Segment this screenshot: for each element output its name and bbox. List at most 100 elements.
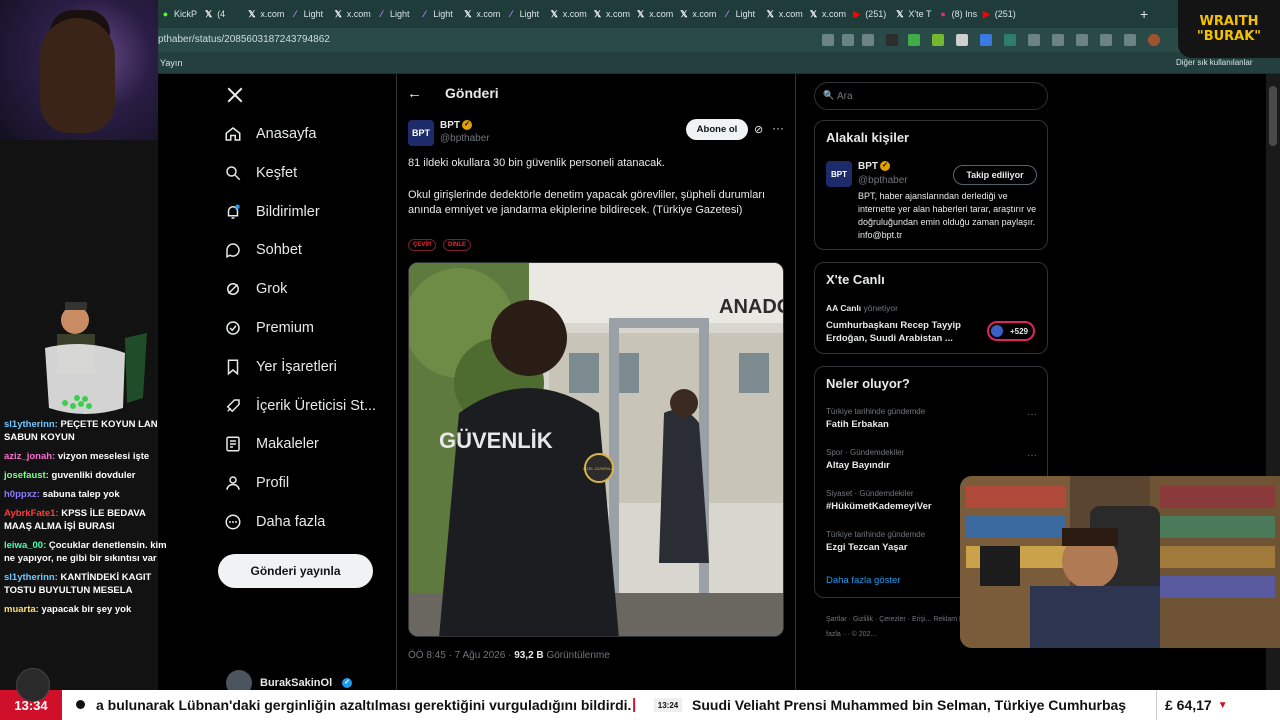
new-tab-button[interactable]: +: [1140, 4, 1148, 24]
following-button[interactable]: Takip ediliyor: [953, 165, 1037, 185]
browser-tab[interactable]: ⁄ Light: [376, 4, 416, 24]
nav-item-yer-i-şaretleri[interactable]: Yer İşaretleri: [224, 353, 337, 381]
related-name[interactable]: BPT ✓: [858, 161, 890, 172]
extension-icon[interactable]: [980, 34, 992, 46]
nav-item-profil[interactable]: Profil: [224, 469, 289, 497]
ticker-price: £ 64,17 ▼: [1156, 690, 1280, 720]
cursor-indicator: [16, 668, 50, 702]
related-avatar[interactable]: BPT: [826, 161, 852, 187]
nav-label: Sohbet: [256, 242, 302, 259]
extension-icon[interactable]: [908, 34, 920, 46]
chat-username[interactable]: sl1ytherinn:: [4, 419, 61, 430]
heart-icon[interactable]: [1100, 34, 1112, 46]
nav-item-daha-fazla[interactable]: Daha fazla: [224, 508, 325, 536]
browser-tab[interactable]: ⁄ Light: [506, 4, 546, 24]
translate-icon[interactable]: [822, 34, 834, 46]
nav-item-keşfet[interactable]: Keşfet: [224, 159, 297, 187]
chat-username[interactable]: sl1ytherinn:: [4, 572, 61, 583]
browser-tab[interactable]: 𝕏 (4: [203, 4, 243, 24]
browser-tab[interactable]: 𝕏x.com: [333, 4, 373, 24]
trend-item[interactable]: Spor · Gündemdekiler Altay Bayındır: [826, 448, 904, 471]
tab-label: (251): [865, 9, 887, 19]
extension-icon[interactable]: [886, 34, 898, 46]
chat-username[interactable]: muarta:: [4, 604, 41, 615]
browser-tab[interactable]: 𝕏x.com: [462, 4, 502, 24]
browser-tab[interactable]: 𝕏x.com: [678, 4, 718, 24]
more-circle-icon: [225, 514, 241, 530]
browser-tab[interactable]: 𝕏x.com: [808, 4, 848, 24]
trend-more-icon[interactable]: ···: [1027, 409, 1037, 420]
trend-item[interactable]: Siyaset · Gündemdekiler #HükümetKademeyiV…: [826, 489, 932, 512]
live-card: X'te Canlı AA Canlı yönetiyor Cumhurbaşk…: [814, 262, 1048, 354]
x-icon: 𝕏: [248, 8, 256, 19]
browser-tab[interactable]: 𝕏x.com: [246, 4, 286, 24]
browser-tab[interactable]: 𝕏x.com: [592, 4, 632, 24]
browser-tab[interactable]: ● (8) Ins: [938, 4, 978, 24]
live-source[interactable]: AA Canlı yönetiyor: [826, 303, 898, 313]
live-listeners-badge[interactable]: +529: [987, 321, 1035, 341]
url-text[interactable]: pthaber/status/2085603187243794862: [158, 34, 330, 45]
browser-tab[interactable]: 𝕏x.com: [765, 4, 805, 24]
browser-tab[interactable]: ⁄ Light: [290, 4, 330, 24]
back-arrow-icon[interactable]: ←: [407, 85, 422, 102]
scrollbar-thumb[interactable]: [1269, 86, 1277, 146]
chat-username[interactable]: AybrkFate1:: [4, 508, 61, 519]
extension-icon[interactable]: [1004, 34, 1016, 46]
reader-icon[interactable]: [842, 34, 854, 46]
rocket-icon: [226, 398, 240, 412]
author-avatar[interactable]: BPT: [408, 120, 434, 146]
browser-tab[interactable]: 𝕏x.com: [635, 4, 675, 24]
nav-item-makaleler[interactable]: Makaleler: [224, 430, 319, 458]
post-button[interactable]: Gönderi yayınla: [218, 554, 373, 588]
chat-username[interactable]: josefaust:: [4, 470, 52, 481]
browser-tab[interactable]: ▶ (251): [981, 4, 1021, 24]
author-name[interactable]: BPT ✓: [440, 120, 472, 131]
related-handle[interactable]: @bpthaber: [858, 175, 908, 186]
chat-message: leiwa_00: Çocuklar denetlensin. kim ne y…: [4, 539, 176, 565]
chat-username[interactable]: leiwa_00:: [4, 540, 49, 551]
bookmark-other-favorites[interactable]: Diğer sık kullanılanlar: [1176, 58, 1252, 67]
trend-item[interactable]: Türkiye tarihinde gündemde Fatih Erbakan: [826, 407, 925, 430]
live-title[interactable]: Cumhurbaşkanı Recep Tayyip Erdoğan, Suud…: [826, 319, 976, 345]
browser-tab[interactable]: ⁄ Light: [722, 4, 762, 24]
chat-message: josefaust: guvenliki dovduler: [4, 469, 176, 482]
refresh-icon[interactable]: [1028, 34, 1040, 46]
search-input[interactable]: Ara: [814, 82, 1048, 110]
browser-tab[interactable]: ▶ (251): [851, 4, 891, 24]
post-image[interactable]: ANADO GÜVENLİK ÖZEL GÜVENLİK: [408, 262, 784, 637]
subscribe-button[interactable]: Abone ol: [686, 119, 748, 140]
trend-more-icon[interactable]: ···: [1027, 450, 1037, 461]
author-handle[interactable]: @bpthaber: [440, 133, 490, 144]
chat-username[interactable]: h0ppxz:: [4, 489, 43, 500]
bookmark-yayin[interactable]: Yayın: [160, 58, 182, 68]
nav-item-grok[interactable]: Grok: [224, 275, 287, 303]
nav-item-sohbet[interactable]: Sohbet: [224, 236, 302, 264]
trend-item[interactable]: Türkiye tarihinde gündemde Ezgi Tezcan Ya…: [826, 530, 925, 553]
split-view-icon[interactable]: [1052, 34, 1064, 46]
translate-chip[interactable]: ÇEVİR: [408, 239, 437, 251]
favorites-icon[interactable]: [1076, 34, 1088, 46]
browser-tab[interactable]: ⁄ Light: [419, 4, 459, 24]
nav-item-i-çerik-üreticisi-st-[interactable]: İçerik Üreticisi St...: [224, 392, 376, 420]
nav-item-anasayfa[interactable]: Anasayfa: [224, 120, 316, 148]
x-sidebar-nav: Anasayfa Keşfet Bildirimler Sohbet Grok Premi…: [200, 74, 396, 696]
browser-tab[interactable]: 𝕏 X'te T: [894, 4, 934, 24]
browser-tab[interactable]: 𝕏x.com: [549, 4, 589, 24]
profile-avatar-icon[interactable]: [1148, 34, 1160, 46]
browser-tab[interactable]: ● KickP: [160, 4, 200, 24]
chat-username[interactable]: aziz_jonah:: [4, 451, 58, 462]
more-options-icon[interactable]: ···: [772, 121, 784, 135]
nav-label: Anasayfa: [256, 126, 317, 142]
x-icon: 𝕏: [464, 8, 472, 19]
grok-icon[interactable]: ⊘: [754, 123, 763, 136]
nav-item-bildirimler[interactable]: Bildirimler: [224, 198, 320, 226]
extension-icon[interactable]: [932, 34, 944, 46]
chat-message: sl1ytherinn: PEÇETE KOYUN LAN SABUN KOYU…: [4, 418, 176, 444]
nav-item-premium[interactable]: Premium: [224, 314, 314, 342]
extension-icon[interactable]: [956, 34, 968, 46]
star-icon[interactable]: [862, 34, 874, 46]
collections-icon[interactable]: [1124, 34, 1136, 46]
x-logo-icon[interactable]: [226, 86, 244, 104]
show-more-link[interactable]: Daha fazla göster: [826, 575, 900, 586]
listen-chip[interactable]: DİNLE: [443, 239, 471, 251]
